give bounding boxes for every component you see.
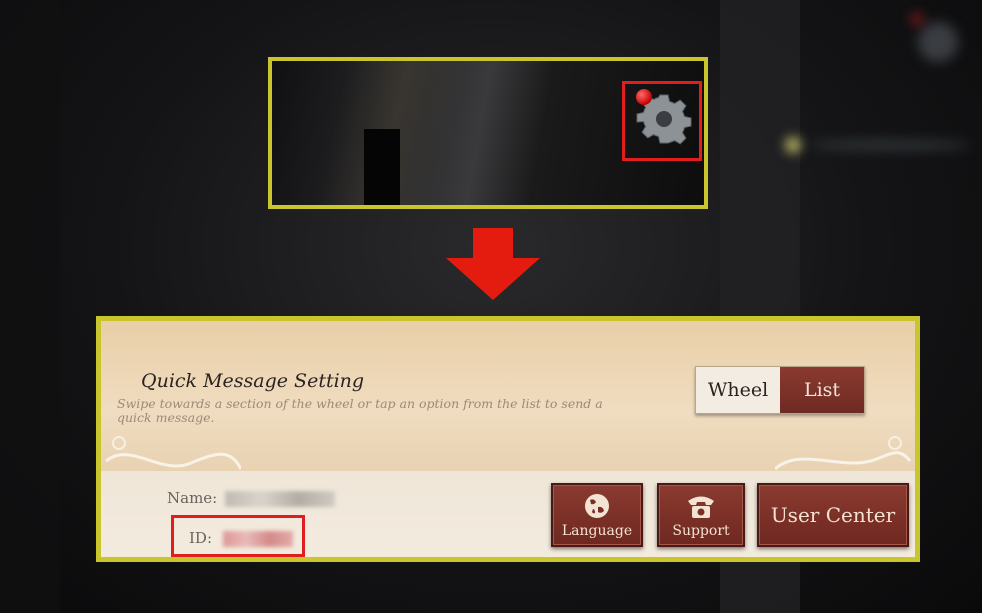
background-text-blur [810, 140, 970, 150]
settings-button[interactable] [626, 81, 702, 157]
toggle-wheel-option[interactable]: Wheel [696, 367, 780, 413]
notification-dot [636, 89, 652, 105]
support-button[interactable]: Support [657, 483, 745, 547]
language-button-label: Language [561, 523, 633, 539]
top-screenshot-panel [268, 57, 708, 209]
quick-message-title: Quick Message Setting [141, 370, 365, 392]
left-flourish [105, 436, 241, 470]
id-value-redacted [223, 531, 293, 547]
background-light [786, 138, 800, 152]
telephone-icon [688, 496, 714, 518]
support-button-label: Support [672, 523, 730, 539]
quick-message-toggle: Wheel List [695, 366, 865, 414]
scene-doorway [364, 129, 400, 205]
background-gear-blur [918, 22, 958, 62]
right-flourish [775, 436, 912, 471]
quick-message-description: Swipe towards a section of the wheel or … [117, 396, 603, 425]
toggle-list-option[interactable]: List [780, 367, 864, 413]
language-button[interactable]: Language [551, 483, 643, 547]
name-value-redacted [225, 491, 335, 507]
user-center-button-label: User Center [770, 503, 896, 527]
user-center-button[interactable]: User Center [757, 483, 909, 547]
background-dot-blur [912, 14, 922, 24]
down-arrow-icon [446, 228, 540, 300]
settings-panel: Quick Message Setting Swipe towards a se… [96, 316, 920, 562]
background-wall [0, 0, 60, 613]
globe-icon [585, 494, 609, 518]
name-label: Name: [167, 489, 218, 507]
id-label: ID: [189, 529, 213, 547]
